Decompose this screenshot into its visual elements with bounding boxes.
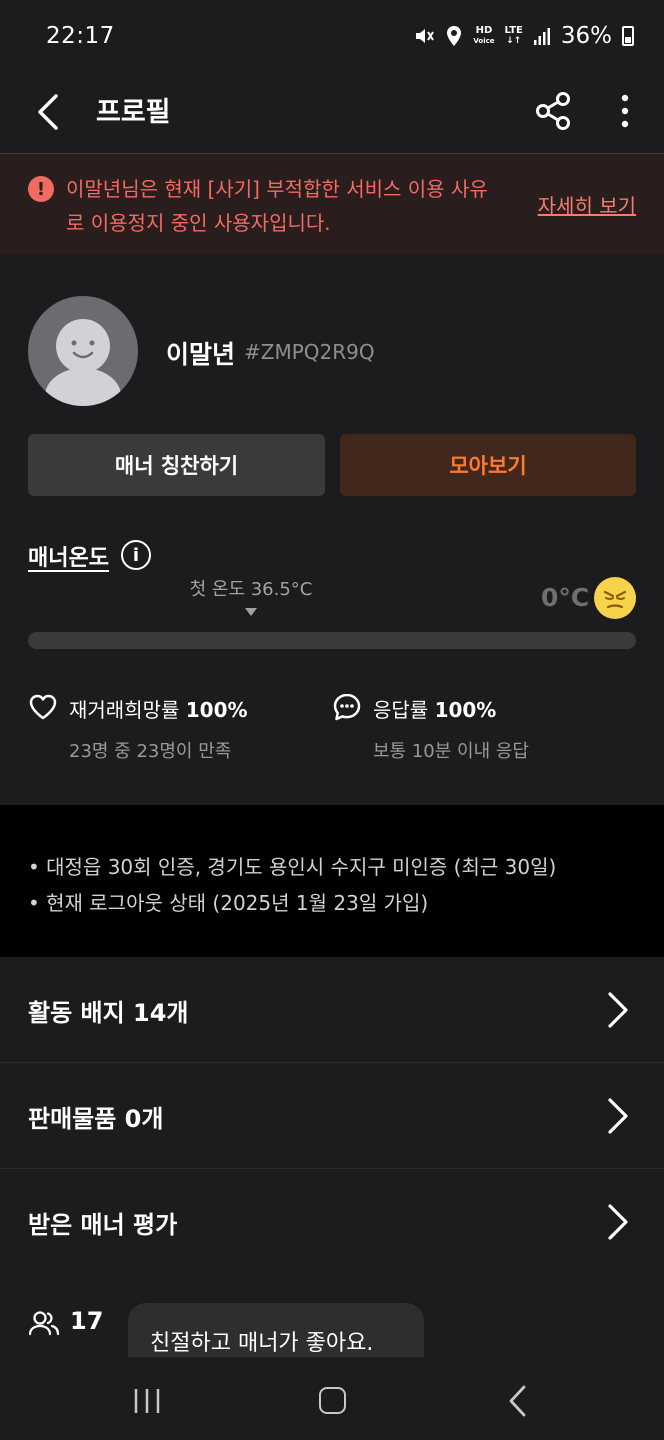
- received-reviews-row[interactable]: 받은 매너 평가: [0, 1169, 664, 1275]
- app-bar: 프로필: [0, 72, 664, 154]
- rebuy-rate-title: 재거래희망률 100%: [69, 698, 248, 722]
- activity-badges-row[interactable]: 활동 배지 14개: [0, 957, 664, 1063]
- suspension-warning-banner: ! 이말년님은 현재 [사기] 부적합한 서비스 이용 사유로 이용정지 중인 …: [0, 154, 664, 254]
- review-count: 17: [70, 1307, 104, 1335]
- home-button[interactable]: [319, 1387, 346, 1414]
- login-status-info: • 현재 로그아웃 상태 (2025년 1월 23일 가입): [28, 891, 429, 915]
- warning-text: 이말년님은 현재 [사기] 부적합한 서비스 이용 사유로 이용정지 중인 사용…: [66, 177, 488, 235]
- collect-view-button[interactable]: 모아보기: [340, 434, 636, 496]
- sale-items-label: 판매물품 0개: [28, 1105, 164, 1133]
- signal-icon: [533, 28, 550, 45]
- user-code: #ZMPQ2R9Q: [244, 340, 375, 364]
- caret-down-icon: [245, 608, 257, 616]
- people-icon: [28, 1311, 60, 1336]
- chat-bubble-icon: [333, 693, 361, 721]
- warning-icon: !: [28, 176, 54, 202]
- status-bar: 22:17 HD Voice LTE ↓↑ 36%: [0, 0, 664, 72]
- info-icon[interactable]: i: [121, 540, 151, 570]
- warning-details-link[interactable]: 자세히 보기: [538, 190, 636, 219]
- avatar: [28, 296, 138, 406]
- share-icon: [536, 92, 570, 130]
- system-nav-bar: [0, 1357, 664, 1440]
- more-vertical-icon: [621, 94, 629, 128]
- response-rate-detail: 보통 10분 이내 응답: [373, 741, 529, 762]
- back-arrow-icon: [38, 94, 58, 130]
- angry-face-icon: [594, 577, 636, 619]
- battery-icon: [622, 26, 634, 46]
- manner-temperature-label[interactable]: 매너온도: [28, 540, 109, 572]
- review-bubble: 친절하고 매너가 좋아요.: [128, 1303, 424, 1357]
- nickname: 이말년: [166, 340, 236, 369]
- recent-apps-button[interactable]: [132, 1388, 162, 1414]
- default-avatar-icon: [45, 319, 121, 406]
- chevron-right-icon: [608, 1098, 628, 1134]
- manner-temperature-bar: [28, 632, 636, 649]
- rebuy-rate-detail: 23명 중 23명이 만족: [69, 741, 232, 762]
- mute-icon: [416, 29, 435, 43]
- battery-percent: 36%: [560, 23, 612, 49]
- chevron-right-icon: [608, 992, 628, 1028]
- sale-items-row[interactable]: 판매물품 0개: [0, 1063, 664, 1169]
- verification-info: • 대정읍 30회 인증, 경기도 용인시 수지구 미인증 (최근 30일): [28, 855, 557, 879]
- location-icon: [447, 26, 462, 46]
- activity-info-box: • 대정읍 30회 인증, 경기도 용인시 수지구 미인증 (최근 30일) •…: [0, 805, 664, 957]
- page-title: 프로필: [96, 97, 171, 128]
- praise-manner-button[interactable]: 매너 칭찬하기: [28, 434, 325, 496]
- heart-icon: [29, 694, 57, 720]
- status-icons: HD Voice LTE ↓↑ 36%: [413, 23, 634, 49]
- back-button[interactable]: [28, 86, 68, 138]
- share-button[interactable]: [532, 84, 574, 138]
- activity-badges-label: 활동 배지 14개: [28, 999, 189, 1027]
- nav-back-button[interactable]: [508, 1385, 528, 1417]
- more-options-button[interactable]: [608, 84, 642, 138]
- chevron-right-icon: [608, 1204, 628, 1240]
- received-reviews-label: 받은 매너 평가: [28, 1211, 178, 1239]
- response-rate-title: 응답률 100%: [373, 698, 497, 722]
- first-temperature-label: 첫 온도 36.5°C: [189, 579, 313, 600]
- status-time: 22:17: [46, 23, 115, 49]
- hd-voice-indicator: HD Voice: [473, 25, 495, 46]
- lte-indicator: LTE ↓↑: [504, 25, 523, 47]
- manner-temperature-value: 0°C: [541, 583, 590, 612]
